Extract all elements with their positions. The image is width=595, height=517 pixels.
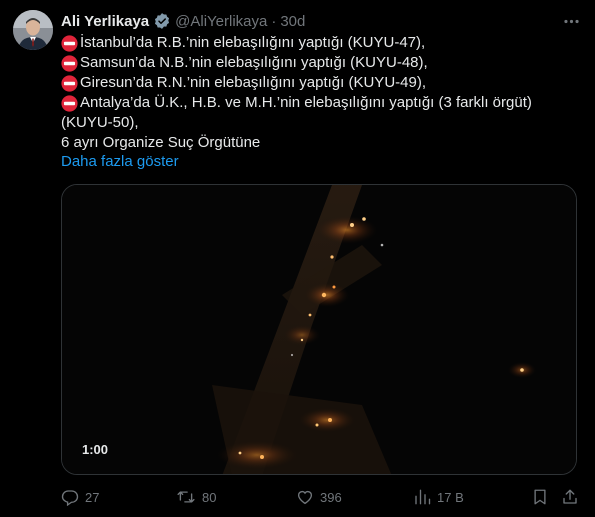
reply-count: 27 bbox=[85, 489, 100, 505]
video-player[interactable] bbox=[61, 184, 577, 475]
timestamp[interactable]: 30d bbox=[280, 13, 305, 30]
text-line: İstanbul’da R.B.’nin elebaşılığını yaptı… bbox=[61, 33, 576, 53]
no-entry-icon bbox=[61, 54, 78, 72]
text-line-1: İstanbul’da R.B.’nin elebaşılığını yaptı… bbox=[80, 34, 426, 51]
text-line: 6 ayrı Organize Suç Örgütüne bbox=[61, 133, 576, 153]
more-icon bbox=[563, 19, 579, 23]
more-options-button[interactable] bbox=[560, 11, 582, 31]
author-name[interactable]: Ali Yerlikaya bbox=[61, 13, 149, 30]
text-line-2: Samsun’da N.B.’nin elebaşılığını yaptığı… bbox=[80, 54, 428, 71]
verified-badge-icon bbox=[153, 12, 171, 30]
video-frame bbox=[62, 185, 576, 474]
video-duration: 1:00 bbox=[82, 442, 109, 457]
tweet-header: Ali Yerlikaya @AliYerlikaya · 30d bbox=[61, 11, 305, 31]
text-line-5: (KUYU-50), bbox=[61, 114, 139, 131]
share-icon bbox=[563, 489, 577, 504]
repost-button[interactable]: 80 bbox=[176, 485, 216, 509]
bookmark-button[interactable] bbox=[531, 485, 549, 509]
like-icon bbox=[297, 490, 313, 505]
repost-count: 80 bbox=[202, 489, 217, 505]
author-handle[interactable]: @AliYerlikaya bbox=[175, 13, 267, 30]
bookmark-icon bbox=[534, 489, 546, 505]
avatar[interactable] bbox=[13, 10, 53, 50]
views-button[interactable]: 17 B bbox=[413, 485, 464, 509]
no-entry-icon bbox=[61, 94, 78, 112]
view-count: 17 B bbox=[437, 489, 464, 505]
tweet-text: İstanbul’da R.B.’nin elebaşılığını yaptı… bbox=[61, 33, 576, 153]
text-line: Samsun’da N.B.’nin elebaşılığını yaptığı… bbox=[61, 53, 576, 73]
text-line-4: Antalya’da Ü.K., H.B. ve M.H.’nin elebaş… bbox=[80, 94, 532, 111]
no-entry-icon bbox=[61, 74, 78, 92]
action-bar: 27 80 396 17 B bbox=[61, 485, 581, 509]
like-button[interactable]: 396 bbox=[296, 485, 342, 509]
like-count: 396 bbox=[320, 489, 342, 505]
text-line: Antalya’da Ü.K., H.B. ve M.H.’nin elebaş… bbox=[61, 93, 576, 113]
repost-icon bbox=[177, 491, 195, 503]
text-line: (KUYU-50), bbox=[61, 113, 576, 133]
share-button[interactable] bbox=[561, 485, 579, 509]
reply-icon bbox=[61, 490, 79, 506]
separator-dot: · bbox=[271, 12, 277, 30]
no-entry-icon bbox=[61, 34, 78, 52]
tweet: Ali Yerlikaya @AliYerlikaya · 30d İstanb… bbox=[0, 0, 595, 517]
views-icon bbox=[415, 489, 431, 505]
reply-button[interactable]: 27 bbox=[61, 485, 99, 509]
show-more-link[interactable]: Daha fazla göster bbox=[61, 152, 179, 172]
text-line-6: 6 ayrı Organize Suç Örgütüne bbox=[61, 134, 261, 151]
text-line: Giresun’da R.N.’nin elebaşılığını yaptığ… bbox=[61, 73, 576, 93]
text-line-3: Giresun’da R.N.’nin elebaşılığını yaptığ… bbox=[80, 74, 426, 91]
